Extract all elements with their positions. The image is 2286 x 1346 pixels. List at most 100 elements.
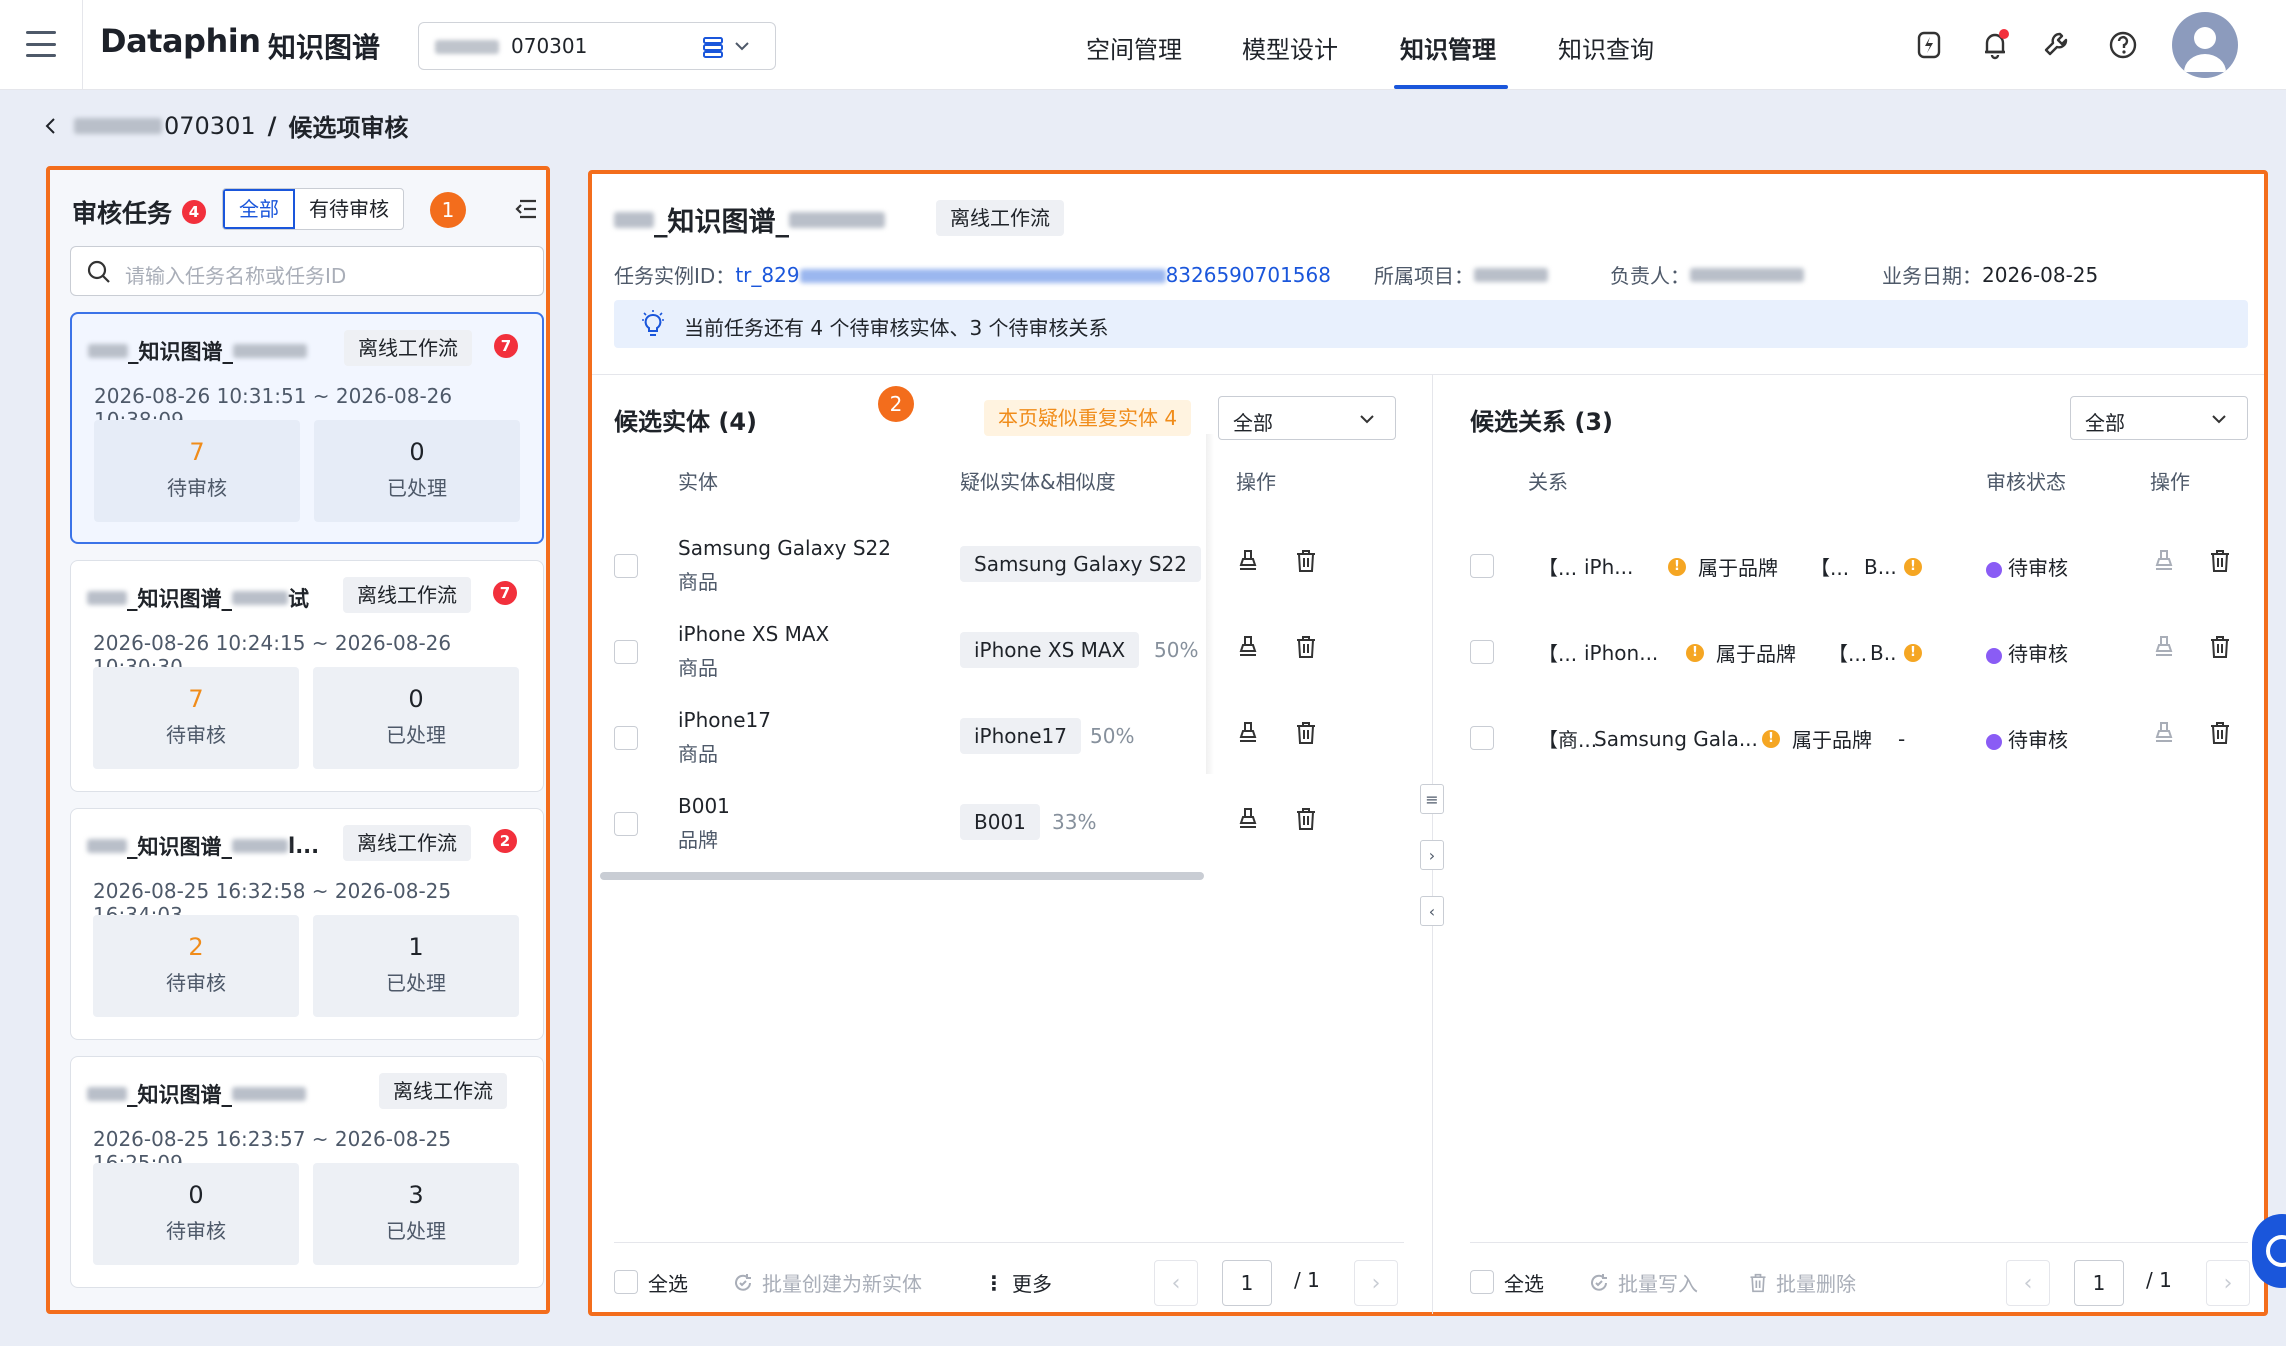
instance-id-link[interactable]: tr_829 8326590701568 — [735, 263, 1331, 287]
logo[interactable]: Dataphin — [100, 22, 261, 60]
similar-entity-tag[interactable]: iPhone XS MAX — [960, 632, 1140, 668]
tip-text: 当前任务还有 4 个待审核实体、3 个待审核关系 — [684, 316, 1109, 340]
help-icon[interactable] — [2106, 28, 2140, 62]
stamp-icon[interactable] — [2152, 634, 2176, 660]
trash-icon[interactable] — [1294, 548, 1318, 574]
bulb-icon — [642, 310, 664, 336]
done-stat: 0 已处理 — [313, 667, 519, 769]
done-stat: 1 已处理 — [313, 915, 519, 1017]
row-checkbox[interactable] — [1470, 554, 1494, 578]
similarity-percent: 33% — [1052, 810, 1097, 834]
entity-filter-select[interactable]: 全部 — [1218, 396, 1396, 440]
wrench-icon[interactable] — [2040, 28, 2074, 62]
stamp-icon[interactable] — [2152, 548, 2176, 574]
batch-write-button[interactable]: 批量写入 — [1588, 1268, 1698, 1297]
batch-delete-button[interactable]: 批量删除 — [1748, 1268, 1856, 1297]
select-all-label[interactable]: 全选 — [1504, 1268, 1544, 1297]
trash-icon — [1750, 1273, 1766, 1292]
duplicate-entity-tag[interactable]: 本页疑似重复实体 4 — [984, 400, 1192, 436]
row-checkbox[interactable] — [614, 812, 638, 836]
divider — [82, 0, 83, 90]
nav-space-management[interactable]: 空间管理 — [1086, 30, 1182, 65]
entity-name: iPhone17 — [678, 708, 771, 732]
avatar[interactable] — [2172, 12, 2238, 78]
trash-icon[interactable] — [2208, 548, 2232, 574]
menu-icon[interactable] — [26, 31, 56, 57]
next-page-button[interactable]: › — [2206, 1260, 2250, 1306]
page-input[interactable]: 1 — [1222, 1260, 1272, 1306]
prev-page-button[interactable]: ‹ — [2006, 1260, 2050, 1306]
warning-icon: ! — [1762, 729, 1780, 748]
entity-type: 品牌 — [678, 828, 718, 852]
trash-icon[interactable] — [1294, 806, 1318, 832]
nav-knowledge-management[interactable]: 知识管理 — [1400, 30, 1496, 65]
task-search-input[interactable]: 请输入任务名称或任务ID — [70, 246, 544, 296]
trash-icon[interactable] — [1294, 634, 1318, 660]
divider — [592, 374, 2264, 375]
relation-filter-select[interactable]: 全部 — [2070, 396, 2248, 440]
similar-entity-tag[interactable]: iPhone17 — [960, 718, 1081, 754]
workspace-select[interactable]: 070301 — [418, 22, 776, 70]
chevron-down-icon — [2212, 415, 2226, 424]
horizontal-scrollbar[interactable] — [600, 872, 1204, 880]
task-card[interactable]: _知识图谱_ l... 离线工作流 2 2026-08-25 16:32:58 ~… — [70, 808, 544, 1040]
expand-left-icon[interactable]: ‹ — [1420, 896, 1444, 926]
task-name: _知识图谱_ — [88, 336, 307, 366]
task-card[interactable]: _知识图谱_ 试 离线工作流 7 2026-08-26 10:24:15 ~ 20… — [70, 560, 544, 792]
stamp-icon[interactable] — [1236, 634, 1260, 660]
collapse-panel-icon[interactable] — [514, 198, 538, 220]
similar-entity-tag[interactable]: Samsung Galaxy S22 — [960, 546, 1201, 582]
done-stat: 0 已处理 — [314, 420, 520, 522]
col-entity-actions: 操作 — [1236, 470, 1276, 494]
back-chevron-icon[interactable] — [42, 115, 60, 137]
nav-model-design[interactable]: 模型设计 — [1242, 30, 1338, 65]
chevron-down-icon[interactable] — [733, 37, 751, 55]
trash-icon[interactable] — [2208, 634, 2232, 660]
entity-name: Samsung Galaxy S22 — [678, 536, 891, 560]
nav-knowledge-query[interactable]: 知识查询 — [1558, 30, 1654, 65]
filter-all[interactable]: 全部 — [223, 189, 295, 229]
more-button[interactable]: ⋮ 更多 — [984, 1268, 1052, 1297]
stamp-icon[interactable] — [1236, 806, 1260, 832]
pending-stat: 2 待审核 — [93, 915, 299, 1017]
workspace-switch-icon[interactable] — [701, 35, 725, 59]
next-page-button[interactable]: › — [1354, 1260, 1398, 1306]
row-checkbox[interactable] — [614, 640, 638, 664]
stamp-icon[interactable] — [2152, 720, 2176, 746]
breadcrumb-project[interactable]: 070301 — [164, 112, 256, 140]
row-checkbox[interactable] — [1470, 640, 1494, 664]
more-icon: ⋮ — [984, 1270, 1004, 1295]
workflow-tag: 离线工作流 — [344, 330, 472, 366]
split-handle-icon[interactable]: ≡ — [1420, 784, 1444, 814]
task-card[interactable]: _知识图谱_ 离线工作流 2026-08-25 16:23:57 ~ 2026-… — [70, 1056, 544, 1288]
row-checkbox[interactable] — [1470, 726, 1494, 750]
warning-icon: ! — [1904, 643, 1922, 662]
select-all-checkbox[interactable] — [1470, 1270, 1494, 1294]
stamp-icon[interactable] — [1236, 720, 1260, 746]
workspace-blur — [435, 40, 499, 54]
select-all-label[interactable]: 全选 — [648, 1268, 688, 1297]
lightning-icon[interactable] — [1912, 28, 1946, 62]
trash-icon[interactable] — [2208, 720, 2232, 746]
pending-count-badge: 7 — [493, 581, 517, 605]
assistant-bubble[interactable] — [2252, 1214, 2286, 1288]
bell-icon[interactable] — [1978, 28, 2012, 62]
row-checkbox[interactable] — [614, 554, 638, 578]
task-card[interactable]: _知识图谱_ 离线工作流 7 2026-08-26 10:31:51 ~ 202… — [70, 312, 544, 544]
top-bar: Dataphin 知识图谱 070301 空间管理 模型设计 知识管理 知识查询 — [0, 0, 2286, 90]
col-similar: 疑似实体&相似度 — [960, 470, 1116, 494]
pending-stat: 7 待审核 — [93, 667, 299, 769]
trash-icon[interactable] — [1294, 720, 1318, 746]
similar-entity-tag[interactable]: B001 — [960, 804, 1040, 840]
entity-type: 商品 — [678, 656, 718, 680]
instance-id: 任务实例ID： tr_829 8326590701568 — [614, 262, 1331, 289]
batch-create-button[interactable]: 批量创建为新实体 — [732, 1268, 922, 1297]
expand-right-icon[interactable]: › — [1420, 840, 1444, 870]
page-total: / 1 — [2146, 1268, 2172, 1292]
filter-pending[interactable]: 有待审核 — [295, 189, 403, 229]
page-input[interactable]: 1 — [2074, 1260, 2124, 1306]
prev-page-button[interactable]: ‹ — [1154, 1260, 1198, 1306]
stamp-icon[interactable] — [1236, 548, 1260, 574]
select-all-checkbox[interactable] — [614, 1270, 638, 1294]
row-checkbox[interactable] — [614, 726, 638, 750]
